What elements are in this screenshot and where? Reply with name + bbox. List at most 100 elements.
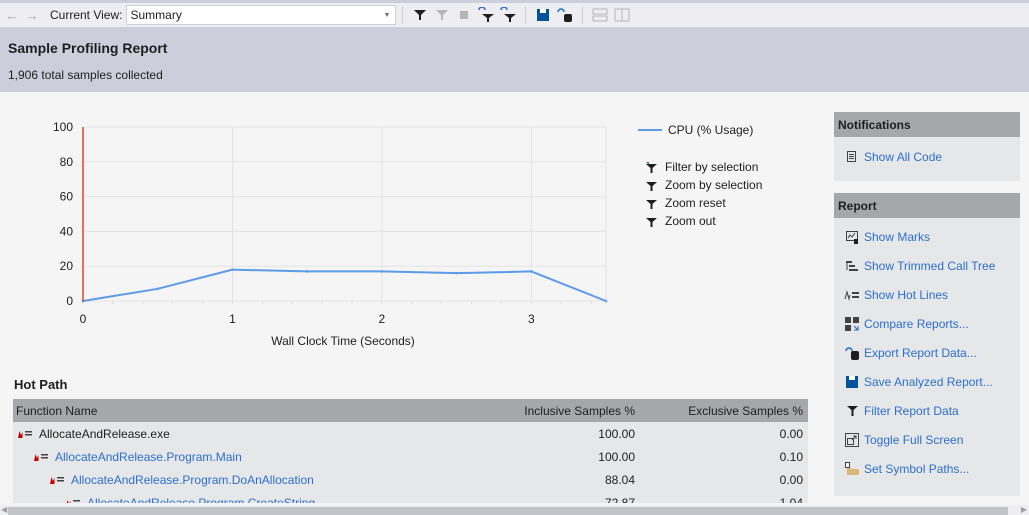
export-icon (844, 346, 859, 360)
filter-forward-button[interactable] (497, 4, 519, 26)
data-point[interactable] (380, 270, 384, 273)
exclusive-samples-cell: 0.00 (779, 472, 803, 487)
filter-icon (646, 181, 657, 191)
data-point[interactable] (604, 299, 608, 303)
data-point[interactable] (231, 268, 234, 271)
table-header: Function Name Inclusive Samples % Exclus… (13, 399, 808, 422)
function-name[interactable]: AllocateAndRelease.Program.CreateString (87, 496, 315, 504)
series-line-cpu-usage[interactable] (82, 268, 607, 302)
toolbar: ← → Current View: Summary ▼ (0, 0, 1029, 30)
scrollbar-thumb[interactable] (8, 507, 1008, 515)
forward-button[interactable]: → (24, 8, 40, 23)
toggle-full-screen-link[interactable]: Toggle Full Screen (834, 425, 1020, 454)
filter-by-selection-action[interactable]: Filter by selection (638, 158, 762, 176)
function-name[interactable]: AllocateAndRelease.Program.Main (55, 450, 242, 464)
column-header-function-name[interactable]: Function Name (13, 404, 488, 418)
legend-series[interactable]: CPU (% Usage) (638, 122, 762, 138)
data-point[interactable] (529, 270, 533, 273)
filter-report-data-link[interactable]: Filter Report Data (834, 396, 1020, 425)
toolbar-separator (402, 6, 404, 24)
marks-icon (846, 230, 858, 244)
current-view-select[interactable]: Summary ▼ (126, 5, 397, 25)
export-button[interactable] (554, 4, 576, 26)
horizontal-scrollbar[interactable]: ◀ ▶ (0, 505, 1029, 515)
exclusive-samples-cell: 0.10 (779, 449, 803, 464)
table-row[interactable]: AllocateAndRelease.Program.CreateString 7… (13, 491, 808, 503)
show-hot-lines-link[interactable]: Show Hot Lines (834, 280, 1020, 309)
current-view-label: Current View: (50, 8, 123, 22)
set-symbol-paths-link[interactable]: Set Symbol Paths... (834, 454, 1020, 483)
stop-icon (460, 11, 469, 19)
save-icon (846, 375, 858, 388)
data-point[interactable] (305, 270, 309, 273)
filter-icon (646, 217, 657, 227)
toolbar-separator (582, 6, 584, 24)
link-label: Show Marks (864, 229, 931, 244)
compare-reports-link[interactable]: Compare Reports... (834, 309, 1020, 338)
function-name-cell: AllocateAndRelease.exe (13, 427, 488, 441)
save-icon (537, 9, 550, 21)
y-tick-label: 80 (60, 155, 74, 169)
link-label: Filter Report Data (864, 403, 959, 418)
zoom-reset-action[interactable]: Zoom reset (638, 194, 762, 212)
hot-path-table: Function Name Inclusive Samples % Exclus… (13, 399, 808, 503)
link-label: Show Hot Lines (864, 287, 949, 302)
export-report-data-link[interactable]: Export Report Data... (834, 338, 1020, 367)
hot-lines-icon (844, 289, 859, 301)
x-tick-label: 3 (528, 312, 535, 326)
back-button[interactable]: ← (4, 8, 20, 23)
filter-button[interactable] (409, 4, 431, 26)
link-label: Show Trimmed Call Tree (864, 258, 996, 273)
save-analyzed-report-link[interactable]: Save Analyzed Report... (834, 367, 1020, 396)
column-header-inclusive[interactable]: Inclusive Samples % (488, 404, 648, 418)
filter-clear-icon (436, 10, 449, 20)
save-button[interactable] (532, 4, 554, 26)
zoom-out-action[interactable]: Zoom out (638, 212, 762, 230)
hot-path-icon (50, 476, 64, 484)
toolbar-separator (525, 6, 527, 24)
report-title: Sample Profiling Report (8, 40, 168, 56)
stop-button[interactable] (453, 4, 475, 26)
link-label: Show All Code (864, 149, 943, 164)
y-tick-label: 20 (60, 259, 74, 273)
scroll-right-arrow[interactable]: ▶ (1021, 505, 1027, 514)
show-all-code-link[interactable]: Show All Code (834, 142, 1020, 171)
split-vertical-button[interactable] (611, 4, 633, 26)
samples-collected: 1,906 total samples collected (8, 68, 163, 82)
hot-path-title: Hot Path (14, 377, 68, 392)
data-point[interactable] (156, 287, 160, 291)
link-label: Export Report Data... (864, 345, 977, 360)
inclusive-samples-cell: 100.00 (598, 449, 635, 464)
report-header: Sample Profiling Report 1,906 total samp… (0, 30, 1029, 92)
scroll-left-arrow[interactable]: ◀ (1, 505, 7, 514)
report-title: Report (834, 193, 1020, 218)
show-marks-link[interactable]: Show Marks (834, 222, 1020, 251)
table-row[interactable]: AllocateAndRelease.Program.DoAnAllocatio… (13, 468, 808, 491)
table-row[interactable]: AllocateAndRelease.exe 100.00 0.00 (13, 422, 808, 445)
table-body: AllocateAndRelease.exe 100.00 0.00 Allocate… (13, 422, 808, 503)
inclusive-samples-cell: 100.00 (598, 426, 635, 441)
clear-filter-button[interactable] (431, 4, 453, 26)
link-label: Save Analyzed Report... (864, 374, 993, 389)
table-row[interactable]: AllocateAndRelease.Program.Main 100.00 0.1… (13, 445, 808, 468)
export-icon (557, 8, 573, 22)
x-tick-label: 1 (229, 312, 236, 326)
function-name[interactable]: AllocateAndRelease.Program.DoAnAllocatio… (71, 473, 314, 487)
zoom-by-selection-action[interactable]: Zoom by selection (638, 176, 762, 194)
x-tick-label: 2 (379, 312, 386, 326)
inclusive-samples-cell: 72.87 (604, 495, 635, 504)
column-header-exclusive[interactable]: Exclusive Samples % (648, 404, 808, 418)
filter-icon (846, 406, 858, 416)
legend-series-label: CPU (% Usage) (668, 123, 754, 137)
filter-icon (414, 10, 427, 20)
split-vertical-icon (614, 8, 630, 22)
y-tick-label: 0 (66, 294, 73, 308)
function-name: AllocateAndRelease.exe (39, 426, 170, 441)
link-label: Toggle Full Screen (864, 432, 964, 447)
filter-back-button[interactable] (475, 4, 497, 26)
fullscreen-icon (845, 432, 859, 447)
data-point[interactable] (455, 271, 458, 275)
y-tick-label: 100 (53, 120, 73, 134)
show-trimmed-call-tree-link[interactable]: Show Trimmed Call Tree (834, 251, 1020, 280)
split-horizontal-button[interactable] (589, 4, 611, 26)
